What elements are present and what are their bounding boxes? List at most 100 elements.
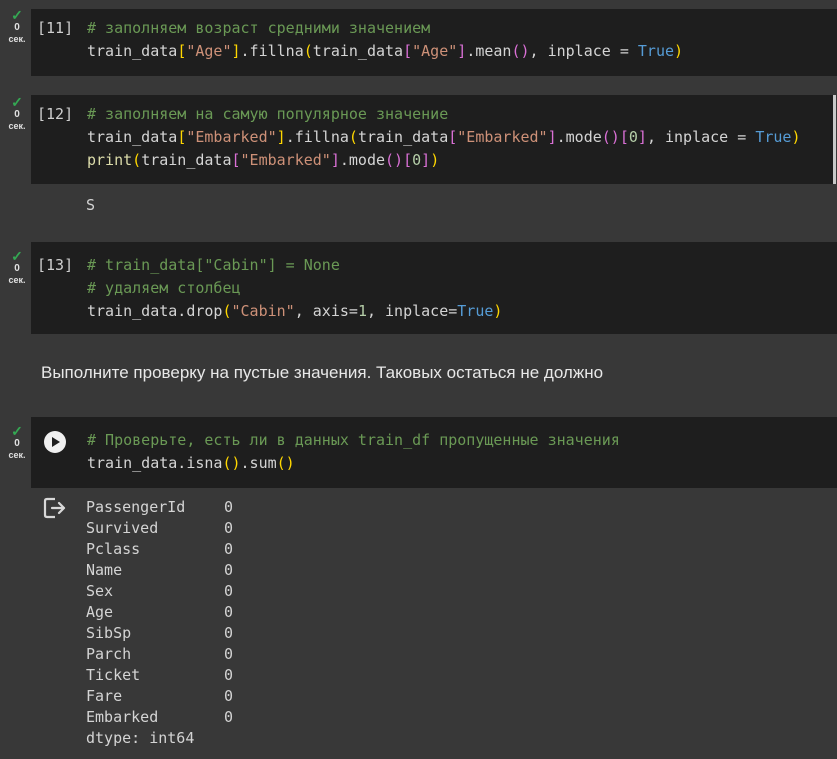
code-editor[interactable]: # заполняем на самую популярное значение…: [87, 103, 800, 172]
code-line: train_data.isna().sum(): [87, 452, 620, 475]
code-token: train_data: [87, 128, 178, 146]
null-count: 0: [224, 561, 234, 579]
code-token: train_data: [312, 42, 404, 60]
code-line: train_data["Embarked"].fillna(train_data…: [87, 126, 800, 149]
code-token: 0: [412, 151, 422, 169]
code-token: ): [674, 42, 684, 60]
code-line: train_data.drop("Cabin", axis=1, inplace…: [87, 300, 502, 323]
null-count: 0: [224, 582, 234, 600]
code-line: # Проверьте, есть ли в данных train_df п…: [87, 429, 620, 452]
code-token: (: [132, 151, 142, 169]
output-row: Sex 0: [86, 581, 233, 602]
code-token: (): [601, 128, 620, 146]
check-icon: ✓: [11, 423, 23, 439]
exec-time: 0: [14, 22, 20, 33]
output-row: Survived 0: [86, 518, 233, 539]
code-token: ]: [457, 42, 467, 60]
code-line: # train_data["Cabin"] = None: [87, 254, 502, 277]
code-token: train_data: [87, 42, 178, 60]
cell-status-11: ✓ 0 сек.: [0, 8, 34, 45]
column-name: Age: [86, 603, 114, 621]
code-token: [: [403, 151, 413, 169]
column-name: Name: [86, 561, 123, 579]
exec-time-unit: сек.: [8, 121, 26, 131]
check-icon: ✓: [11, 248, 23, 264]
play-icon: [52, 437, 60, 447]
null-count: 0: [224, 603, 234, 621]
code-token: , axis=: [294, 302, 358, 320]
code-cell-14[interactable]: # Проверьте, есть ли в данных train_df п…: [31, 417, 837, 488]
output-row: Ticket 0: [86, 665, 233, 686]
code-token: # заполняем возраст средними значением: [87, 19, 431, 37]
check-icon: ✓: [11, 94, 23, 110]
column-name: PassengerId: [86, 498, 186, 516]
code-editor[interactable]: # заполняем возраст средними значением tr…: [87, 17, 683, 63]
run-cell-button[interactable]: [44, 431, 66, 453]
notebook: ✓ 0 сек. [11] # заполняем возраст средни…: [0, 0, 837, 759]
code-token: [: [448, 128, 458, 146]
code-token: .mean: [466, 42, 512, 60]
output-row: Parch 0: [86, 644, 233, 665]
code-token: (: [222, 302, 232, 320]
code-line: # заполняем возраст средними значением: [87, 17, 683, 40]
code-token: train_data: [141, 151, 232, 169]
code-token: ]: [276, 128, 286, 146]
code-token: # удаляем столбец: [87, 279, 241, 297]
output-row: PassengerId 0: [86, 497, 233, 518]
exec-time-unit: сек.: [8, 450, 26, 460]
column-name: Survived: [86, 519, 159, 537]
exec-count: [13]: [37, 256, 74, 274]
code-token: .mode: [556, 128, 602, 146]
markdown-text: Выполните проверку на пустые значения. Т…: [41, 363, 604, 382]
code-token: # train_data["Cabin"] = None: [87, 256, 340, 274]
column-name: Embarked: [86, 708, 159, 726]
code-token: train_data: [357, 128, 449, 146]
column-name: Pclass: [86, 540, 141, 558]
code-token: [: [177, 128, 187, 146]
code-token: "Age": [186, 42, 232, 60]
cell-status-13: ✓ 0 сек.: [0, 249, 34, 286]
output-row: Pclass 0: [86, 539, 233, 560]
exec-time-unit: сек.: [8, 275, 26, 285]
output-row: SibSp 0: [86, 623, 233, 644]
code-token: ): [791, 128, 801, 146]
cell-output-12: S: [86, 196, 96, 214]
check-icon: ✓: [11, 7, 23, 23]
output-redirect-icon[interactable]: [43, 497, 67, 523]
code-token: True: [755, 128, 792, 146]
code-token: ]: [330, 151, 340, 169]
code-token: 1: [357, 302, 367, 320]
exec-count: [11]: [37, 19, 74, 37]
code-token: (: [348, 128, 358, 146]
code-token: [: [619, 128, 629, 146]
code-token: train_data.drop: [87, 302, 223, 320]
code-token: (): [276, 454, 295, 472]
dtype-line: dtype: int64: [86, 729, 195, 747]
exec-time: 0: [14, 109, 20, 120]
output-row: Embarked 0: [86, 707, 233, 728]
column-name: SibSp: [86, 624, 132, 642]
code-token: , inplace=: [366, 302, 458, 320]
code-token: ]: [547, 128, 557, 146]
null-count: 0: [224, 624, 234, 642]
cell-status-12: ✓ 0 сек.: [0, 95, 34, 132]
code-line: train_data["Age"].fillna(train_data["Age…: [87, 40, 683, 63]
code-token: (): [222, 454, 241, 472]
code-cell-13[interactable]: [13] # train_data["Cabin"] = None # удаля…: [31, 242, 837, 334]
code-editor[interactable]: # Проверьте, есть ли в данных train_df п…: [87, 429, 620, 475]
code-token: ]: [637, 128, 647, 146]
code-token: print: [87, 151, 133, 169]
exec-time-unit: сек.: [8, 34, 26, 44]
code-token: [: [231, 151, 241, 169]
code-cell-11[interactable]: [11] # заполняем возраст средними значен…: [31, 9, 837, 76]
code-token: .fillna: [285, 128, 349, 146]
code-token: .mode: [339, 151, 386, 169]
null-count: 0: [224, 540, 234, 558]
code-token: ]: [231, 42, 241, 60]
column-name: Sex: [86, 582, 114, 600]
code-token: train_data.isna: [87, 454, 223, 472]
code-line: # удаляем столбец: [87, 277, 502, 300]
code-token: (): [511, 42, 530, 60]
code-editor[interactable]: # train_data["Cabin"] = None # удаляем ст…: [87, 254, 502, 323]
code-cell-12[interactable]: [12] # заполняем на самую популярное зна…: [31, 95, 836, 184]
